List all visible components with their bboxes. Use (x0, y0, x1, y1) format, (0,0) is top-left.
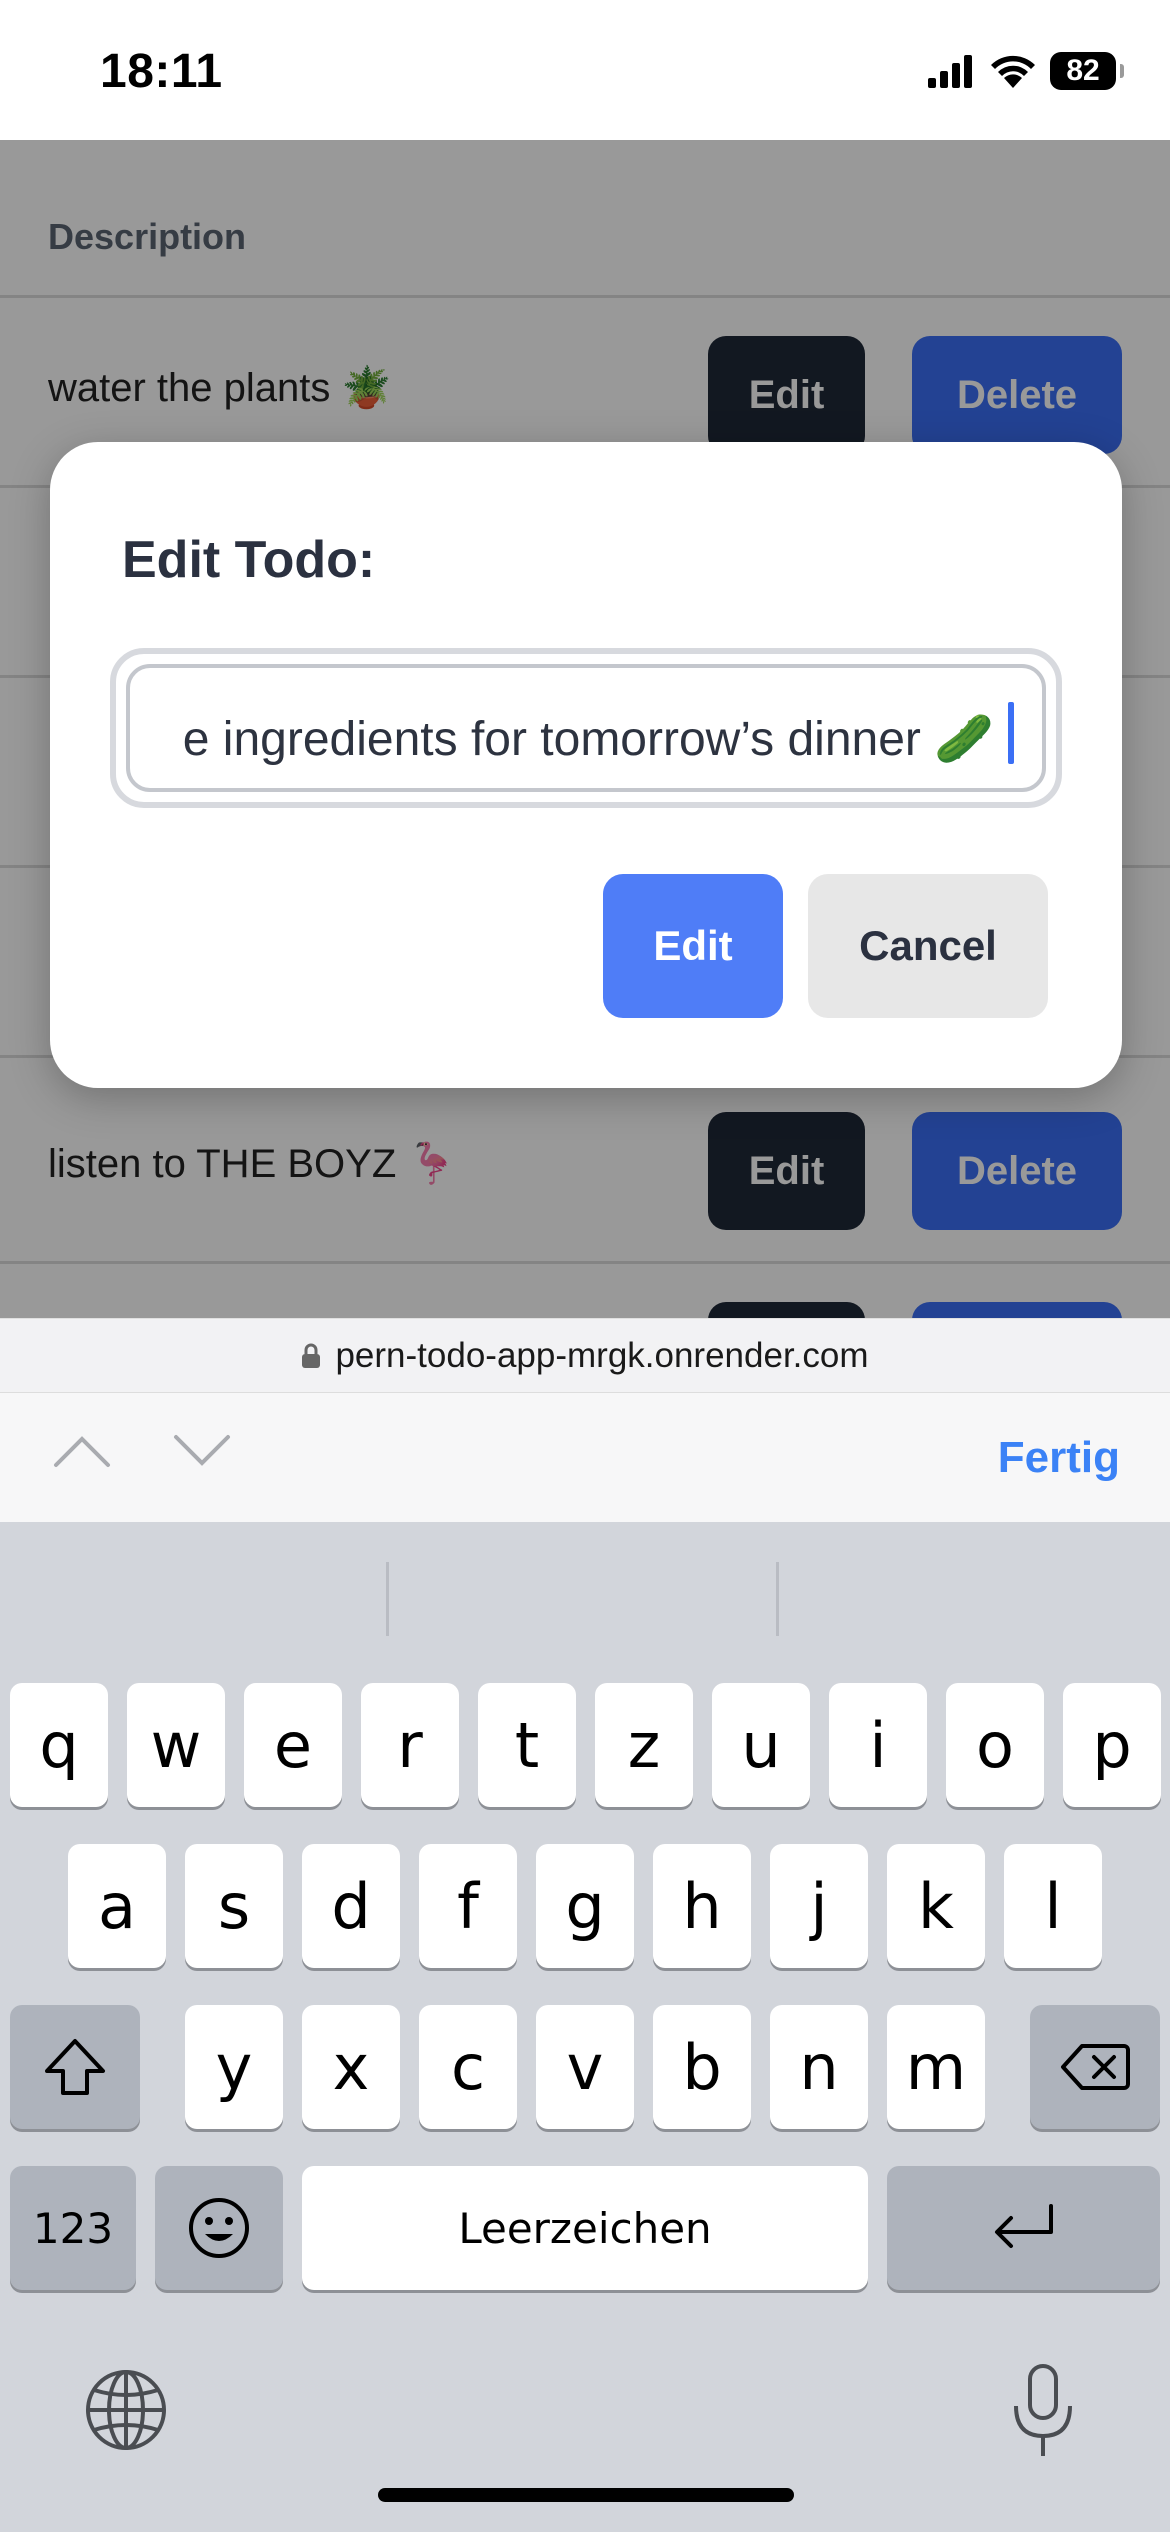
lock-icon (302, 1343, 321, 1368)
microphone-icon[interactable] (1008, 2362, 1078, 2462)
key-z[interactable]: z (595, 1683, 693, 1807)
modal-title: Edit Todo: (122, 531, 376, 589)
key-h[interactable]: h (653, 1844, 751, 1968)
backspace-icon (1061, 2044, 1130, 2090)
shift-icon (45, 2039, 105, 2095)
url-text: pern-todo-app-mrgk.onrender.com (335, 1335, 869, 1375)
key-w[interactable]: w (127, 1683, 225, 1807)
modal-cancel-button[interactable]: Cancel (808, 874, 1048, 1018)
emoji-key[interactable] (155, 2166, 283, 2290)
signal-icon (928, 55, 972, 88)
chevron-down-icon[interactable] (172, 1431, 232, 1471)
home-indicator[interactable] (378, 2488, 794, 2502)
wifi-icon (991, 55, 1035, 88)
shift-key[interactable] (10, 2005, 140, 2129)
battery-icon: 82 (1050, 52, 1124, 90)
backspace-key[interactable] (1030, 2005, 1160, 2129)
key-t[interactable]: t (478, 1683, 576, 1807)
key-q[interactable]: q (10, 1683, 108, 1807)
battery-cap (1120, 64, 1124, 78)
key-i[interactable]: i (829, 1683, 927, 1807)
key-c[interactable]: c (419, 2005, 517, 2129)
chevron-up-icon[interactable] (52, 1431, 112, 1471)
key-u[interactable]: u (712, 1683, 810, 1807)
edit-input-focus-ring: e ingredients for tomorrow’s dinner 🥒 (110, 648, 1062, 808)
numbers-key[interactable]: 123 (10, 2166, 136, 2290)
space-key[interactable]: Leerzeichen (302, 2166, 868, 2290)
key-o[interactable]: o (946, 1683, 1044, 1807)
browser-url-bar[interactable]: pern-todo-app-mrgk.onrender.com (0, 1318, 1170, 1392)
suggestion-divider (776, 1562, 779, 1636)
keyboard-toolbar: Fertig (0, 1392, 1170, 1522)
text-caret (1008, 702, 1014, 764)
emoji-icon (189, 2198, 249, 2258)
battery-level: 82 (1066, 54, 1100, 87)
done-button[interactable]: Fertig (998, 1433, 1120, 1483)
key-s[interactable]: s (185, 1844, 283, 1968)
key-n[interactable]: n (770, 2005, 868, 2129)
key-r[interactable]: r (361, 1683, 459, 1807)
globe-icon[interactable] (84, 2368, 168, 2452)
key-l[interactable]: l (1004, 1844, 1102, 1968)
key-j[interactable]: j (770, 1844, 868, 1968)
key-m[interactable]: m (887, 2005, 985, 2129)
key-p[interactable]: p (1063, 1683, 1161, 1807)
key-y[interactable]: y (185, 2005, 283, 2129)
key-a[interactable]: a (68, 1844, 166, 1968)
status-time: 18:11 (100, 45, 223, 98)
key-f[interactable]: f (419, 1844, 517, 1968)
suggestion-divider (386, 1562, 389, 1636)
key-g[interactable]: g (536, 1844, 634, 1968)
return-icon (994, 2204, 1053, 2248)
keyboard: q w e r t z u i o p a s d f g h j k l y … (0, 1522, 1170, 2532)
key-d[interactable]: d (302, 1844, 400, 1968)
key-e[interactable]: e (244, 1683, 342, 1807)
key-x[interactable]: x (302, 2005, 400, 2129)
return-key[interactable] (887, 2166, 1160, 2290)
status-bar: 18:11 82 (0, 0, 1170, 140)
key-v[interactable]: v (536, 2005, 634, 2129)
modal-edit-button[interactable]: Edit (603, 874, 783, 1018)
status-icons: 82 (928, 52, 1124, 90)
edit-todo-input[interactable]: e ingredients for tomorrow’s dinner 🥒 (126, 664, 1046, 792)
key-b[interactable]: b (653, 2005, 751, 2129)
edit-todo-input-value: e ingredients for tomorrow’s dinner 🥒 (182, 713, 994, 766)
key-k[interactable]: k (887, 1844, 985, 1968)
edit-todo-modal: Edit Todo: e ingredients for tomorrow’s … (50, 442, 1122, 1088)
